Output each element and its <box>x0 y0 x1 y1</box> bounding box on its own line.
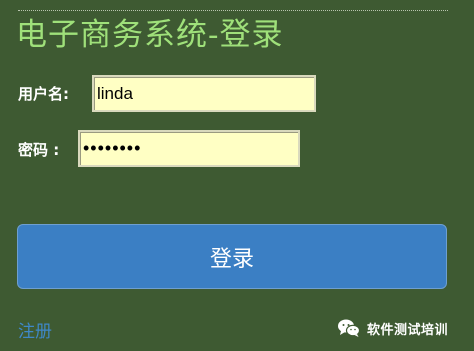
top-divider <box>18 10 448 11</box>
login-button[interactable]: 登录 <box>17 224 447 289</box>
wechat-icon <box>337 318 361 338</box>
username-input[interactable] <box>92 75 316 112</box>
register-link[interactable]: 注册 <box>18 320 52 344</box>
password-label: 密码 : <box>18 141 60 159</box>
page-title: 电子商务系统-登录 <box>16 17 284 53</box>
watermark: 软件测试培训 <box>337 318 448 338</box>
username-label: 用户名: <box>18 85 69 103</box>
password-input[interactable] <box>78 130 300 167</box>
watermark-text: 软件测试培训 <box>367 322 449 338</box>
